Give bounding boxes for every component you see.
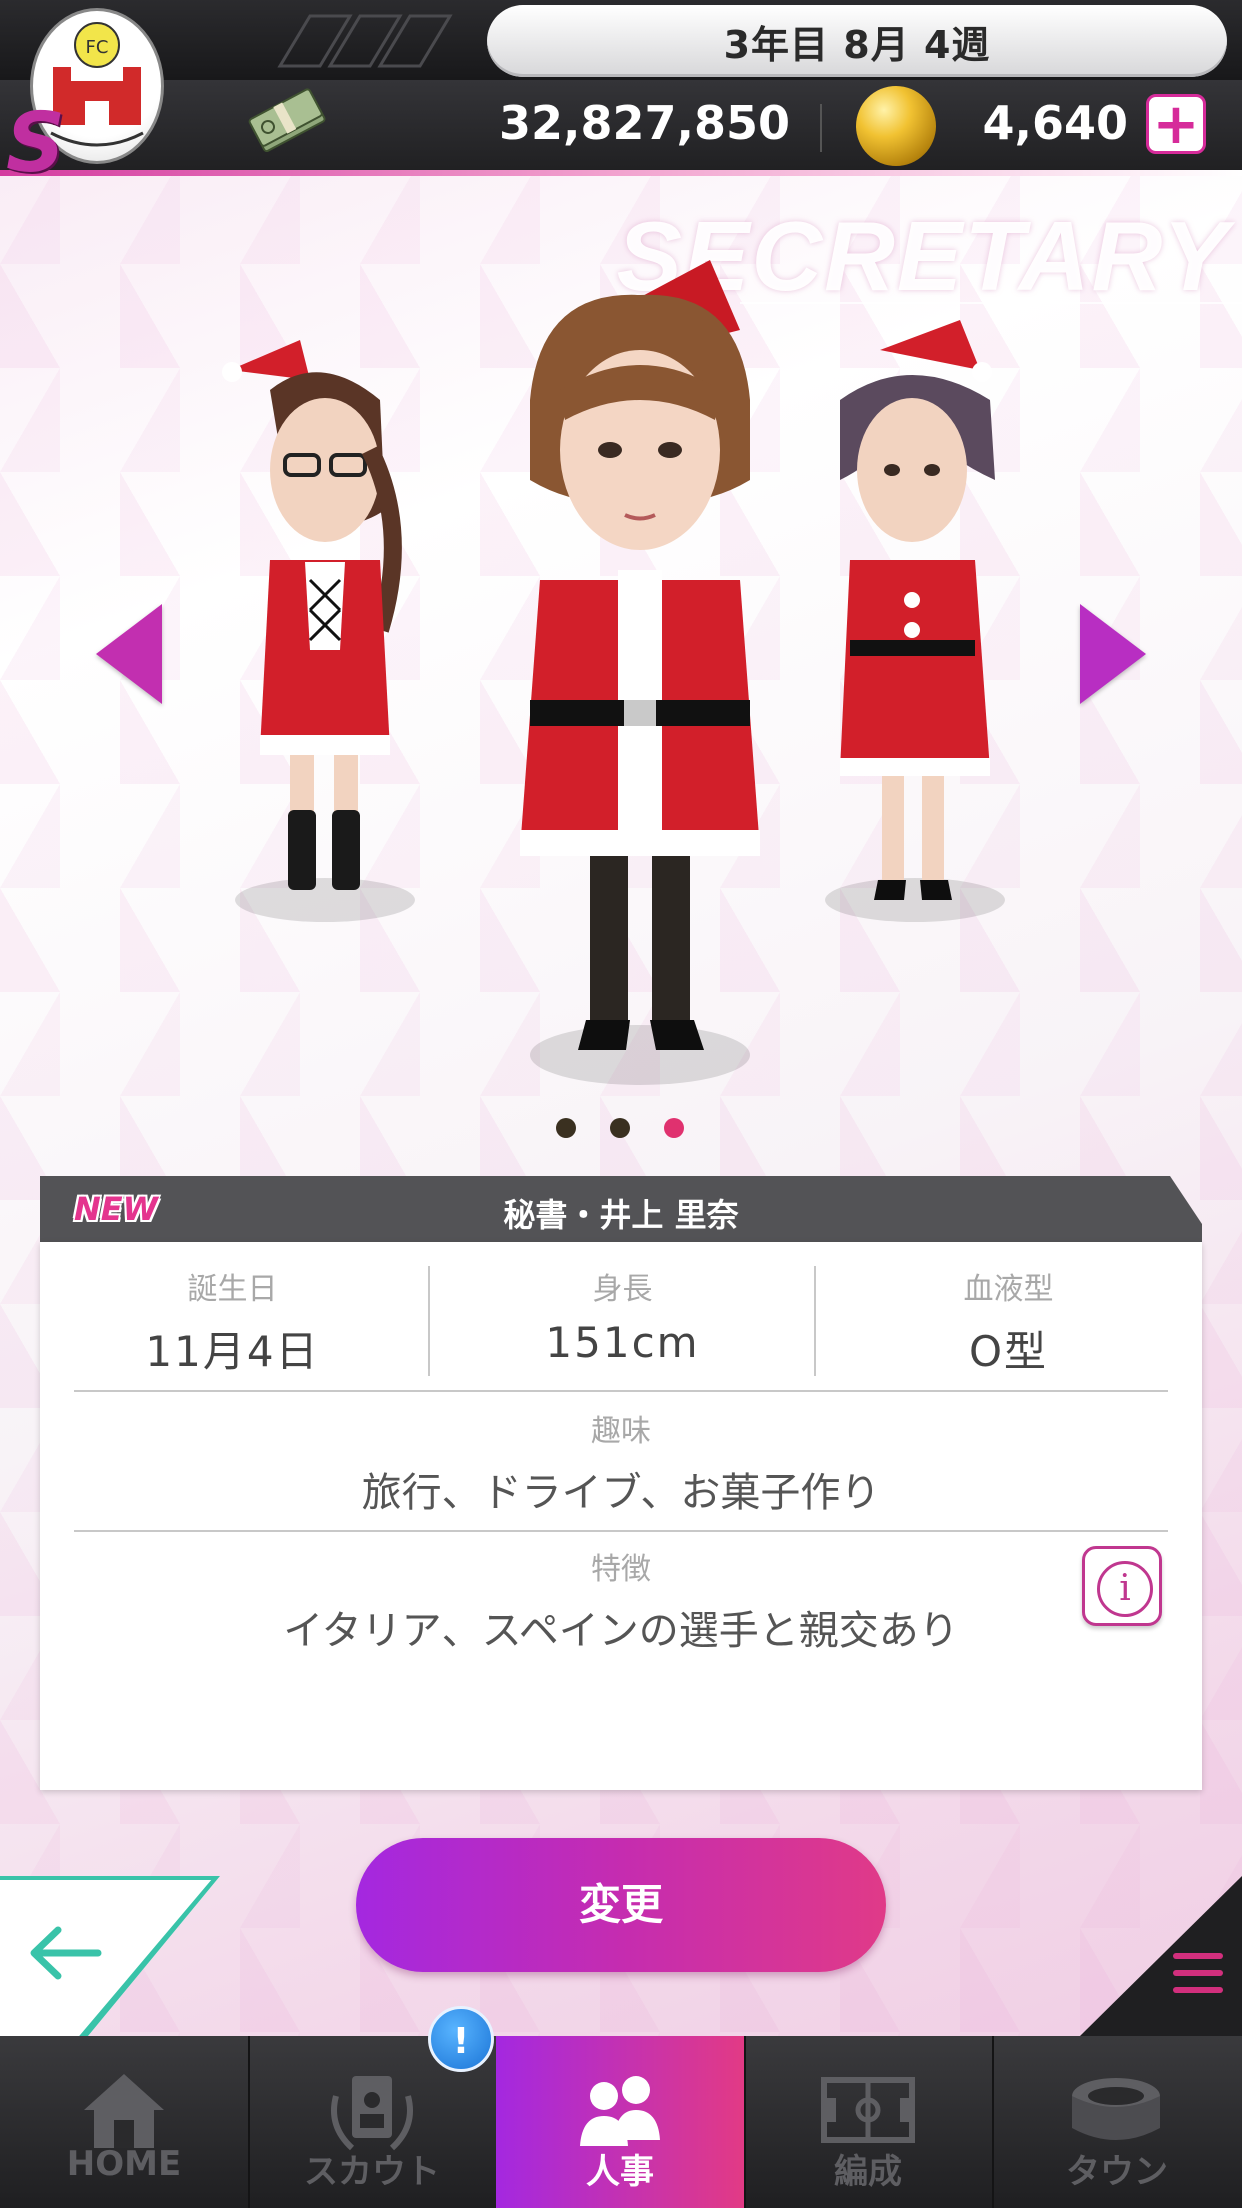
- new-badge: NEW: [74, 1190, 158, 1228]
- house-icon: [84, 2074, 164, 2148]
- next-arrow-icon[interactable]: [1080, 604, 1146, 704]
- secretary-character-right[interactable]: [800, 310, 1020, 930]
- secretary-character-center[interactable]: [500, 250, 780, 1090]
- tab-home[interactable]: HOME: [0, 2036, 250, 2208]
- previous-arrow-icon[interactable]: [96, 604, 162, 704]
- season-date: 3年目 8月 4週: [487, 5, 1227, 77]
- trait-value: イタリア、スペインの選手と親交あり: [283, 1608, 959, 1654]
- tab-label: タウン: [1066, 2152, 1168, 2192]
- hobby-value: 旅行、ドライブ、お菓子作り: [361, 1470, 881, 1516]
- decorative-diamonds: [277, 14, 453, 68]
- menu-icon[interactable]: [1162, 1950, 1224, 1996]
- cash-icon: [248, 88, 326, 153]
- top-bar: 3年目 8月 4週: [0, 0, 1242, 80]
- add-coins-button[interactable]: +: [1146, 94, 1206, 154]
- tab-town[interactable]: タウン: [992, 2036, 1242, 2208]
- birthday-stat: 誕生日 11月4日: [40, 1264, 425, 1379]
- tab-label: 編成: [834, 2152, 902, 2192]
- divider: [74, 1530, 1168, 1532]
- blood-type-label: 血液型: [963, 1272, 1054, 1307]
- tab-personnel[interactable]: 人事: [496, 2036, 746, 2208]
- change-button[interactable]: 変更: [356, 1838, 886, 1972]
- header-accent-stripe: [0, 170, 1242, 176]
- height-label: 身長: [592, 1272, 653, 1307]
- page-dot[interactable]: [610, 1118, 630, 1138]
- tab-formation[interactable]: 編成: [744, 2036, 994, 2208]
- coin-amount: 4,640: [982, 96, 1128, 150]
- money-amount: 32,827,850: [498, 96, 790, 150]
- divider: [820, 104, 822, 152]
- trait-label: 特徴: [591, 1552, 651, 1587]
- stadium-icon: [1072, 2078, 1160, 2140]
- info-button[interactable]: i: [1082, 1546, 1162, 1626]
- trait-row: 特徴 イタリア、スペインの選手と親交あり: [40, 1544, 1202, 1656]
- profile-name: 秘書・井上 里奈: [503, 1196, 739, 1234]
- profile-header: 秘書・井上 里奈 NEW: [40, 1176, 1202, 1242]
- info-icon: i: [1097, 1561, 1153, 1617]
- svg-text:FC: FC: [86, 37, 109, 58]
- height-stat: 身長 151cm: [430, 1264, 815, 1367]
- tab-label: 人事: [586, 2152, 654, 2192]
- scout-badge-icon: [331, 2076, 413, 2151]
- secretary-character-left[interactable]: [210, 330, 430, 930]
- gold-ball-icon: [856, 86, 936, 166]
- rank-badge: S: [6, 96, 66, 191]
- back-arrow-icon[interactable]: [28, 1922, 102, 1984]
- blood-type-value: O型: [968, 1327, 1049, 1376]
- status-bar: 32,827,850 4,640 +: [0, 80, 1242, 176]
- bottom-tab-bar: HOME スカウト 人事 編成 タウン: [0, 2036, 1242, 2208]
- pitch-icon: [821, 2077, 915, 2143]
- blood-type-stat: 血液型 O型: [816, 1264, 1201, 1379]
- page-dot[interactable]: [556, 1118, 576, 1138]
- title-underline: [740, 302, 1242, 304]
- page-dot-active[interactable]: [664, 1118, 684, 1138]
- carousel-page-indicator: [552, 1118, 702, 1142]
- height-value: 151cm: [545, 1318, 700, 1367]
- birthday-value: 11月4日: [145, 1327, 320, 1376]
- hobby-label: 趣味: [591, 1414, 651, 1449]
- birthday-label: 誕生日: [187, 1272, 278, 1307]
- divider: [74, 1390, 1168, 1392]
- hobby-row: 趣味 旅行、ドライブ、お菓子作り: [40, 1406, 1202, 1518]
- people-icon: [580, 2076, 660, 2146]
- notification-badge[interactable]: !: [428, 2006, 494, 2072]
- profile-card: 誕生日 11月4日 身長 151cm 血液型 O型 趣味 旅行、ドライブ、お菓子…: [40, 1242, 1202, 1790]
- tab-label: HOME: [66, 2144, 182, 2184]
- tab-label: スカウト: [304, 2152, 440, 2192]
